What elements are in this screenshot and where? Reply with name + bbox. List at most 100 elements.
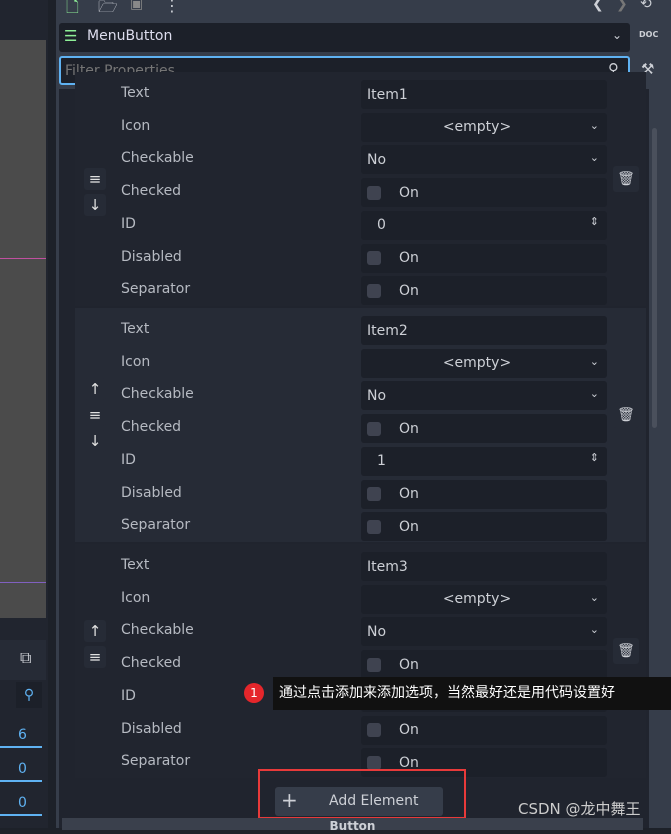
- checkbox[interactable]: [367, 519, 381, 534]
- property-id-field[interactable]: 1 ⇕: [361, 446, 607, 476]
- checkbox[interactable]: [367, 283, 381, 298]
- property-text-field[interactable]: Item1: [361, 80, 607, 109]
- property-checked-field[interactable]: On: [361, 178, 607, 208]
- property-icon-field[interactable]: <empty> ⌄: [361, 584, 607, 614]
- property-disabled-field[interactable]: On: [361, 243, 607, 273]
- move-up-icon[interactable]: ↑: [84, 620, 106, 642]
- node-selector[interactable]: ☰ MenuButton ⌄: [59, 23, 630, 52]
- value-text: <empty>: [442, 355, 512, 372]
- history-icon[interactable]: ⟲: [640, 0, 652, 12]
- value-text: 1: [377, 453, 386, 470]
- property-label-text: Text: [121, 321, 150, 337]
- property-label-id: ID: [121, 215, 136, 232]
- viewport: [0, 40, 46, 618]
- checkbox-label: On: [399, 656, 419, 673]
- property-separator-field[interactable]: On: [361, 276, 607, 306]
- property-text-field[interactable]: Item3: [361, 552, 607, 581]
- checkbox-label: On: [399, 518, 419, 535]
- checkbox[interactable]: [367, 251, 381, 265]
- error-count: 0: [0, 756, 42, 782]
- value-text: No: [367, 623, 387, 640]
- section-label: Button: [329, 819, 376, 833]
- property-label-checkable: Checkable: [121, 622, 194, 639]
- checkbox-label: On: [399, 486, 419, 502]
- property-label-separator: Separator: [121, 517, 191, 534]
- value-text: Item2: [367, 322, 408, 339]
- checkbox[interactable]: [367, 487, 381, 501]
- checkbox[interactable]: [367, 657, 381, 672]
- new-resource-icon[interactable]: 🗋: [66, 0, 79, 23]
- checkbox[interactable]: [367, 421, 381, 436]
- annotation-badge: 1: [244, 683, 264, 703]
- property-label-separator: Separator: [121, 281, 191, 298]
- property-icon-field[interactable]: <empty> ⌄: [361, 348, 607, 378]
- move-down-icon[interactable]: ↓: [84, 194, 106, 216]
- property-separator-field[interactable]: On: [361, 512, 607, 542]
- save-icon[interactable]: ▣: [130, 0, 143, 12]
- section-button[interactable]: Button: [62, 818, 643, 833]
- checkbox[interactable]: [367, 723, 381, 737]
- property-id-field[interactable]: 0 ⇕: [361, 210, 607, 240]
- property-label-disabled: Disabled: [121, 720, 182, 737]
- delete-icon[interactable]: 🗑: [613, 166, 639, 192]
- drag-handle-icon[interactable]: ≡: [84, 646, 106, 668]
- value-text: Item3: [367, 558, 408, 575]
- property-checked-field[interactable]: On: [361, 650, 607, 680]
- forward-icon[interactable]: ❯: [616, 0, 628, 12]
- spinner-icon[interactable]: ⇕: [590, 215, 599, 228]
- property-label-disabled: Disabled: [121, 484, 182, 501]
- scrollbar[interactable]: [652, 128, 657, 428]
- property-label-icon: Icon: [121, 353, 151, 370]
- property-checkable-field[interactable]: No ⌄: [361, 145, 607, 175]
- chevron-down-icon: ⌄: [589, 151, 599, 165]
- move-up-icon[interactable]: ↑: [84, 378, 106, 400]
- checkbox-label: On: [399, 722, 419, 738]
- delete-icon[interactable]: 🗑: [613, 402, 639, 428]
- back-icon[interactable]: ❮: [592, 0, 604, 12]
- property-label-icon: Icon: [121, 589, 151, 606]
- property-label-checkable: Checkable: [121, 150, 194, 167]
- menubutton-icon: ☰: [64, 27, 78, 45]
- chevron-down-icon: ⌄: [589, 623, 599, 637]
- checkbox-label: On: [399, 184, 419, 201]
- copy-icon[interactable]: ⧉: [20, 648, 31, 668]
- chevron-down-icon: ⌄: [589, 354, 599, 368]
- move-down-icon[interactable]: ↓: [84, 430, 106, 452]
- checkbox-label: On: [399, 420, 419, 437]
- count-badge: 6: [0, 722, 42, 748]
- more-icon[interactable]: ⋮: [164, 0, 180, 15]
- property-label-checked: Checked: [121, 419, 182, 436]
- property-label-text: Text: [121, 85, 150, 101]
- property-label-separator: Separator: [121, 753, 191, 770]
- value-text: 0: [377, 217, 386, 234]
- property-checked-field[interactable]: On: [361, 414, 607, 444]
- highlight-box: [258, 769, 466, 819]
- property-disabled-field[interactable]: On: [361, 479, 607, 509]
- value-text: <empty>: [442, 119, 512, 136]
- doc-icon[interactable]: DOC: [639, 30, 658, 39]
- checkbox[interactable]: [367, 185, 381, 200]
- value-text: No: [367, 151, 387, 168]
- property-icon-field[interactable]: <empty> ⌄: [361, 112, 607, 142]
- value-text: <empty>: [442, 591, 512, 608]
- property-label-checkable: Checkable: [121, 386, 194, 403]
- open-icon[interactable]: 🗁: [98, 0, 118, 23]
- property-label-text: Text: [121, 557, 150, 573]
- checkbox[interactable]: [367, 755, 381, 770]
- delete-icon[interactable]: 🗑: [613, 638, 639, 664]
- chevron-down-icon: ⌄: [589, 387, 599, 401]
- property-checkable-field[interactable]: No ⌄: [361, 381, 607, 411]
- search-icon[interactable]: ⚲: [16, 682, 42, 708]
- property-checkable-field[interactable]: No ⌄: [361, 617, 607, 647]
- spinner-icon[interactable]: ⇕: [590, 451, 599, 464]
- property-label-id: ID: [121, 687, 136, 704]
- guide-line: [0, 582, 46, 583]
- property-label-icon: Icon: [121, 117, 151, 134]
- property-disabled-field[interactable]: On: [361, 715, 607, 745]
- warning-count: 0: [0, 790, 42, 816]
- drag-handle-icon[interactable]: ≡: [84, 168, 106, 190]
- property-text-field[interactable]: Item2: [361, 316, 607, 345]
- drag-handle-icon[interactable]: ≡: [84, 404, 106, 426]
- watermark: CSDN @龙中舞王: [518, 800, 641, 818]
- property-label-disabled: Disabled: [121, 248, 182, 265]
